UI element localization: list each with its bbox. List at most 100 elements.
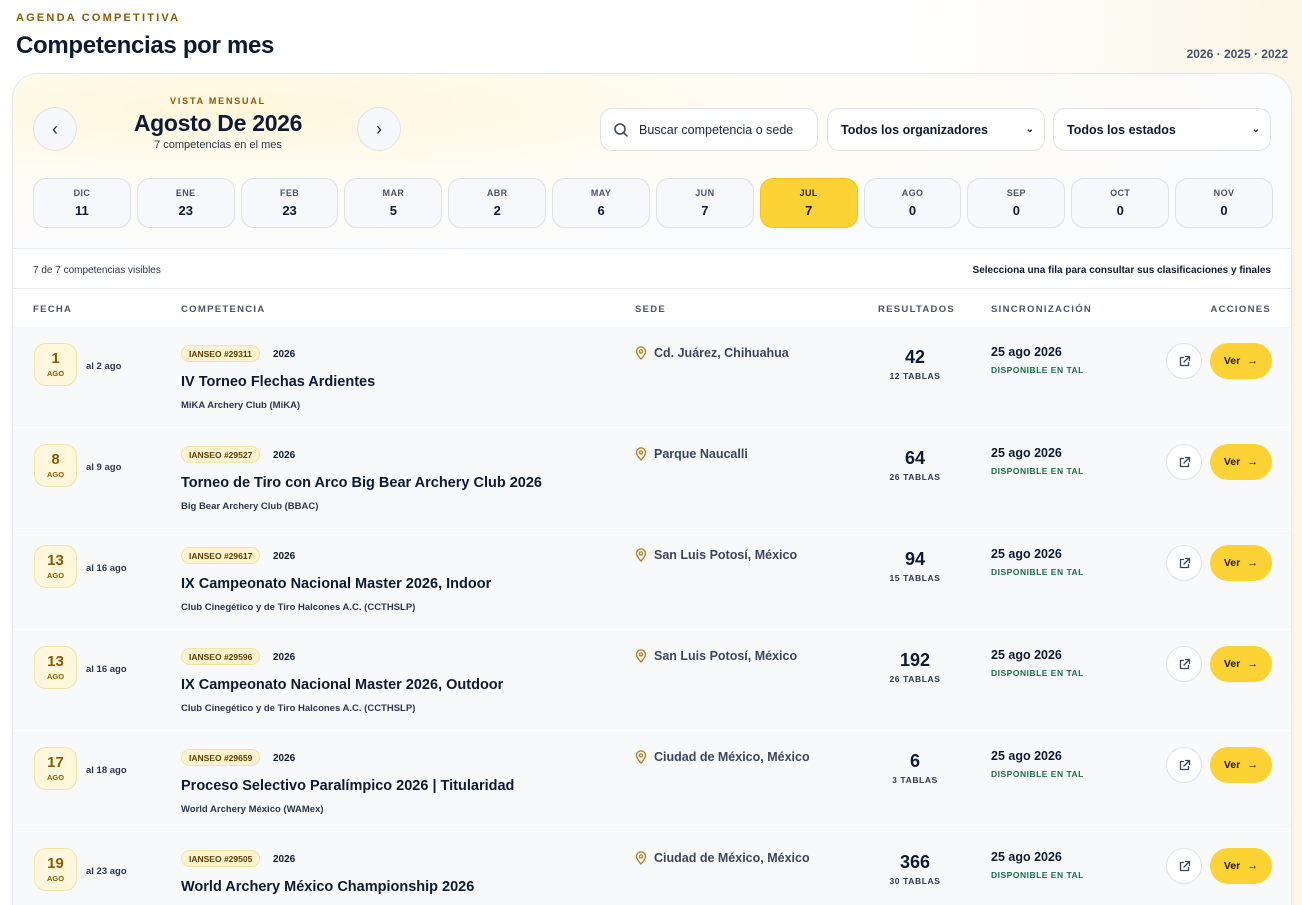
date-month: AGO: [46, 571, 65, 580]
competition-organizer: Big Bear Archery Club (BBAC): [181, 501, 319, 512]
table-row[interactable]: 13 AGO al 16 ago IANSEO #29617 2026 IX C…: [13, 529, 1291, 630]
venue: Ciudad de México, México: [635, 851, 810, 865]
month-tab-feb[interactable]: FEB 23: [240, 178, 339, 228]
month-tab-ago[interactable]: AGO 0: [863, 178, 962, 228]
month-tab-may[interactable]: MAY 6: [552, 178, 650, 228]
arrow-right-icon: →: [1247, 557, 1259, 569]
table-row[interactable]: 13 AGO al 16 ago IANSEO #29596 2026 IX C…: [13, 630, 1291, 731]
view-button[interactable]: Ver →: [1210, 545, 1272, 581]
month-tab-count: 23: [282, 203, 297, 218]
month-tab-count: 5: [389, 203, 398, 218]
month-tab-count: 2: [493, 203, 501, 218]
results: 6 3 TABLAS: [855, 751, 975, 785]
view-button-label: Ver: [1223, 658, 1241, 670]
venue: Cd. Juárez, Chihuahua: [635, 346, 789, 360]
chevron-left-icon: ‹: [52, 118, 58, 139]
competition-name: IX Campeonato Nacional Master 2026, Outd…: [181, 677, 504, 693]
venue-name: Cd. Juárez, Chihuahua: [654, 346, 789, 360]
sync-info: 25 ago 2026 DISPONIBLE EN TAL: [991, 446, 1084, 476]
view-button[interactable]: Ver →: [1210, 343, 1272, 379]
month-tabs: DIC 11 ENE 23 FEB 23 MAR 5 ABR 2 MAY 6 JUN 7 JU…: [33, 178, 1273, 228]
open-external-button[interactable]: [1166, 545, 1202, 581]
view-button[interactable]: Ver →: [1210, 444, 1272, 480]
sync-date: 25 ago 2026: [991, 648, 1062, 662]
month-tab-label: DIC: [73, 188, 91, 198]
venue-name: Ciudad de México, México: [654, 750, 810, 764]
search-input[interactable]: [639, 122, 809, 137]
date-until: al 16 ago: [86, 563, 127, 574]
map-pin-icon: [635, 346, 647, 360]
competition-organizer: Club Cinegético y de Tiro Halcones A.C. …: [181, 703, 416, 714]
sync-status: DISPONIBLE EN TAL: [991, 567, 1084, 577]
month-tab-label: NOV: [1213, 188, 1235, 198]
month-eyebrow: VISTA MENSUAL: [170, 96, 266, 106]
month-tab-abr[interactable]: ABR 2: [448, 178, 547, 228]
month-tab-mar[interactable]: MAR 5: [344, 178, 443, 228]
month-tab-oct[interactable]: OCT 0: [1071, 178, 1170, 228]
month-tab-count: 6: [597, 203, 605, 218]
map-pin-icon: [635, 649, 647, 663]
month-tab-dic[interactable]: DIC 11: [33, 178, 131, 228]
month-tab-count: 0: [1116, 203, 1124, 218]
venue-name: San Luis Potosí, México: [654, 649, 798, 663]
arrow-right-icon: →: [1247, 759, 1259, 771]
open-external-button[interactable]: [1166, 444, 1202, 480]
competitions-table: 1 AGO al 2 ago IANSEO #29311 2026 IV Tor…: [13, 327, 1291, 905]
page-title: Competencias por mes: [16, 32, 275, 59]
competition-organizer: World Archery México (WAMex): [181, 804, 324, 815]
open-external-button[interactable]: [1166, 343, 1202, 379]
visible-count: 7 de 7 competencias visibles: [33, 265, 161, 276]
table-row[interactable]: 17 AGO al 18 ago IANSEO #29659 2026 Proc…: [13, 731, 1291, 832]
date-until: al 2 ago: [86, 361, 122, 372]
results-tables: 26 TABLAS: [889, 674, 941, 684]
month-tab-label: ABR: [486, 188, 508, 198]
month-tab-ene[interactable]: ENE 23: [136, 178, 235, 228]
results: 42 12 TABLAS: [855, 347, 975, 381]
table-row[interactable]: 1 AGO al 2 ago IANSEO #29311 2026 IV Tor…: [13, 327, 1291, 428]
venue-name: San Luis Potosí, México: [654, 548, 798, 562]
date-until: al 23 ago: [86, 866, 127, 877]
external-link-icon: [1179, 658, 1190, 669]
column-competencia: COMPETENCIA: [181, 304, 266, 315]
month-tab-jul[interactable]: JUL 7: [759, 178, 858, 228]
date-month: AGO: [46, 773, 65, 782]
month-tab-jun[interactable]: JUN 7: [655, 178, 754, 228]
month-tab-sep[interactable]: SEP 0: [967, 178, 1066, 228]
date-day: 13: [47, 653, 64, 670]
next-month-button[interactable]: ›: [357, 107, 401, 151]
view-button[interactable]: Ver →: [1210, 747, 1272, 783]
ianseo-tag: IANSEO #29527: [181, 446, 261, 463]
month-title: Agosto De 2026: [133, 110, 303, 136]
date-until: al 18 ago: [86, 765, 127, 776]
previous-month-button[interactable]: ‹: [33, 107, 77, 151]
competition-organizer: MiKA Archery Club (MiKA): [181, 400, 301, 411]
year-links[interactable]: 2026 · 2025 · 2022: [1187, 47, 1288, 61]
view-button[interactable]: Ver →: [1210, 848, 1272, 884]
table-row[interactable]: 8 AGO al 9 ago IANSEO #29527 2026 Torneo…: [13, 428, 1291, 529]
month-tab-label: MAR: [382, 188, 405, 198]
table-row[interactable]: 19 AGO al 23 ago IANSEO #29505 2026 Worl…: [13, 832, 1291, 905]
list-toolbar: 7 de 7 competencias visibles Selecciona …: [13, 250, 1291, 289]
open-external-button[interactable]: [1166, 646, 1202, 682]
month-tab-count: 0: [908, 203, 917, 218]
month-tab-label: JUN: [695, 188, 715, 198]
results-count: 366: [899, 852, 931, 872]
results: 366 30 TABLAS: [855, 852, 975, 886]
competition-name: IX Campeonato Nacional Master 2026, Indo…: [181, 576, 492, 592]
state-select[interactable]: Todos los estados ⌄: [1053, 108, 1271, 151]
ianseo-tag: IANSEO #29311: [181, 345, 260, 362]
month-tab-nov[interactable]: NOV 0: [1175, 178, 1273, 228]
venue-name: Ciudad de México, México: [654, 851, 810, 865]
sync-date: 25 ago 2026: [991, 345, 1062, 359]
view-button[interactable]: Ver →: [1210, 646, 1272, 682]
table-header: FECHA COMPETENCIA SEDE RESULTADOS SINCRO…: [13, 289, 1291, 327]
open-external-button[interactable]: [1166, 747, 1202, 783]
external-link-icon: [1179, 456, 1190, 467]
search-box[interactable]: [600, 108, 818, 151]
sync-date: 25 ago 2026: [991, 446, 1062, 460]
venue: San Luis Potosí, México: [635, 649, 797, 663]
month-tab-count: 23: [178, 203, 193, 218]
open-external-button[interactable]: [1166, 848, 1202, 884]
results-tables: 15 TABLAS: [889, 573, 941, 583]
organizer-select[interactable]: Todos los organizadores ⌄: [827, 108, 1045, 151]
